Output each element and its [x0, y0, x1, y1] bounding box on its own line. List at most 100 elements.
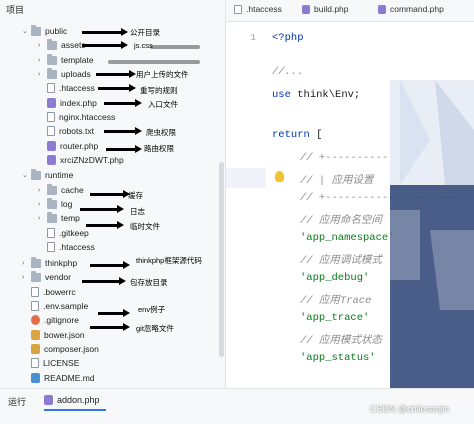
- json-file-icon: [31, 330, 40, 340]
- tree-item[interactable]: nginx.htaccess: [38, 110, 115, 124]
- run-panel-label[interactable]: 运行: [8, 395, 26, 408]
- annotation-htaccess: 重写的规则: [140, 86, 178, 95]
- chevron-right-icon[interactable]: ›: [38, 201, 47, 208]
- file-icon: [47, 112, 55, 122]
- chevron-right-icon[interactable]: ›: [38, 71, 47, 78]
- annotation-log: 日志: [130, 207, 145, 216]
- line-number-gutter: 116: [226, 22, 266, 388]
- code-line: use think\Env;: [272, 89, 360, 101]
- tab-htaccess[interactable]: .htaccess: [234, 4, 282, 14]
- code-token: 'app_debug': [300, 272, 370, 284]
- chevron-right-icon[interactable]: ›: [22, 260, 31, 267]
- tree-item[interactable]: .gitkeep: [38, 226, 89, 240]
- php-file-icon: [44, 395, 53, 405]
- tree-scrollbar[interactable]: [219, 162, 224, 357]
- chevron-right-icon[interactable]: ›: [38, 57, 47, 64]
- chevron-right-icon[interactable]: ›: [38, 215, 47, 222]
- tree-item[interactable]: ⌄ runtime: [22, 168, 73, 182]
- annotation-router: 路由权限: [144, 144, 174, 153]
- annotation-arrow: [90, 323, 130, 331]
- folder-icon: [47, 67, 57, 79]
- code-line: // 应用Trace: [300, 292, 371, 307]
- code-line: <?php: [272, 32, 304, 44]
- tree-item[interactable]: › thinkphp: [22, 256, 77, 270]
- annotation-thinkphp: thinkphp框架源代码: [136, 256, 202, 265]
- tree-item[interactable]: › cache: [38, 183, 84, 197]
- tree-item[interactable]: › assets: [38, 38, 86, 52]
- chevron-down-icon[interactable]: ⌄: [22, 171, 31, 179]
- annotation-gitignore: git忽略文件: [136, 324, 174, 333]
- tree-item-label: uploads: [61, 69, 91, 79]
- tree-item[interactable]: .htaccess: [38, 81, 95, 95]
- tree-item-label: LICENSE: [43, 358, 80, 368]
- folder-icon: [31, 256, 41, 268]
- code-token: 'app_trace': [300, 312, 370, 324]
- tree-item-label: nginx.htaccess: [59, 112, 116, 122]
- tree-item[interactable]: ⌄ public: [22, 24, 67, 38]
- tab-command-php[interactable]: command.php: [378, 4, 444, 14]
- folder-icon: [31, 270, 41, 282]
- code-line: 'app_debug': [300, 272, 369, 284]
- tree-item[interactable]: bower.json: [22, 328, 85, 342]
- tree-item[interactable]: › uploads: [38, 67, 91, 81]
- tree-item[interactable]: xrciZNzDWT.php: [38, 153, 124, 167]
- panel-title: 项目: [6, 5, 25, 15]
- annotation-env: env例子: [138, 305, 166, 314]
- file-icon: [47, 126, 55, 136]
- tree-item[interactable]: › template: [38, 53, 94, 67]
- tree-item[interactable]: LICENSE: [22, 356, 79, 370]
- code-token: <?php: [272, 32, 304, 44]
- annotation-assets: js.css: [134, 41, 153, 50]
- tree-item-label: xrciZNzDWT.php: [60, 155, 124, 165]
- tree-item-label: vendor: [45, 272, 71, 282]
- chevron-right-icon[interactable]: ›: [38, 187, 47, 194]
- tree-item-label: temp: [61, 213, 80, 223]
- tab-build-php[interactable]: build.php: [302, 4, 349, 14]
- annotation-arrow: [82, 41, 128, 49]
- annotation-uploads: 用户上传的文件: [136, 70, 189, 79]
- file-icon: [47, 228, 55, 238]
- tree-item-label: .bowerrc: [43, 287, 76, 297]
- file-icon: [47, 242, 55, 252]
- folder-icon: [47, 38, 57, 50]
- file-icon: [31, 301, 39, 311]
- code-token: 'app_namespace': [300, 232, 395, 244]
- annotation-arrow: [90, 261, 130, 269]
- chevron-right-icon[interactable]: ›: [38, 42, 47, 49]
- tree-item[interactable]: robots.txt: [38, 124, 94, 138]
- tree-item-label: .gitignore: [44, 315, 79, 325]
- markdown-file-icon: [31, 373, 40, 383]
- code-line: return [: [272, 129, 322, 141]
- annotation-arrow: [104, 127, 142, 135]
- tree-item[interactable]: index.php: [38, 96, 97, 110]
- chevron-down-icon[interactable]: ⌄: [22, 27, 31, 35]
- tree-item-label: index.php: [60, 98, 97, 108]
- tree-item[interactable]: .htaccess: [38, 240, 95, 254]
- code-token: // 应用模式状态: [300, 335, 382, 347]
- redacted-text: [150, 45, 200, 49]
- code-token: //...: [272, 66, 304, 78]
- annotation-vendor: 包存放目录: [130, 278, 168, 287]
- tree-item[interactable]: › vendor: [22, 270, 71, 284]
- annotation-arrow: [80, 205, 124, 213]
- tree-item[interactable]: router.php: [38, 139, 98, 153]
- tree-item[interactable]: README.md: [22, 371, 95, 385]
- annotation-arrow: [82, 28, 128, 36]
- tree-item[interactable]: .env.sample: [22, 299, 88, 313]
- tree-item[interactable]: › temp: [38, 211, 80, 225]
- code-token: use: [272, 89, 298, 101]
- tree-item[interactable]: composer.json: [22, 342, 99, 356]
- folder-icon: [47, 53, 57, 65]
- tree-item-label: .htaccess: [59, 242, 95, 252]
- tree-item[interactable]: › log: [38, 197, 72, 211]
- tree-item[interactable]: .gitignore: [22, 313, 79, 327]
- chevron-right-icon[interactable]: ›: [22, 274, 31, 281]
- run-tab-addon[interactable]: addon.php: [44, 392, 100, 408]
- folder-icon: [31, 24, 41, 36]
- tree-item[interactable]: .bowerrc: [22, 285, 76, 299]
- php-file-icon: [378, 4, 386, 14]
- code-line: // 应用调试模式: [300, 252, 382, 267]
- active-tab-indicator: [44, 409, 106, 411]
- code-line: 'app_status': [300, 352, 376, 364]
- lightbulb-icon[interactable]: [275, 171, 284, 182]
